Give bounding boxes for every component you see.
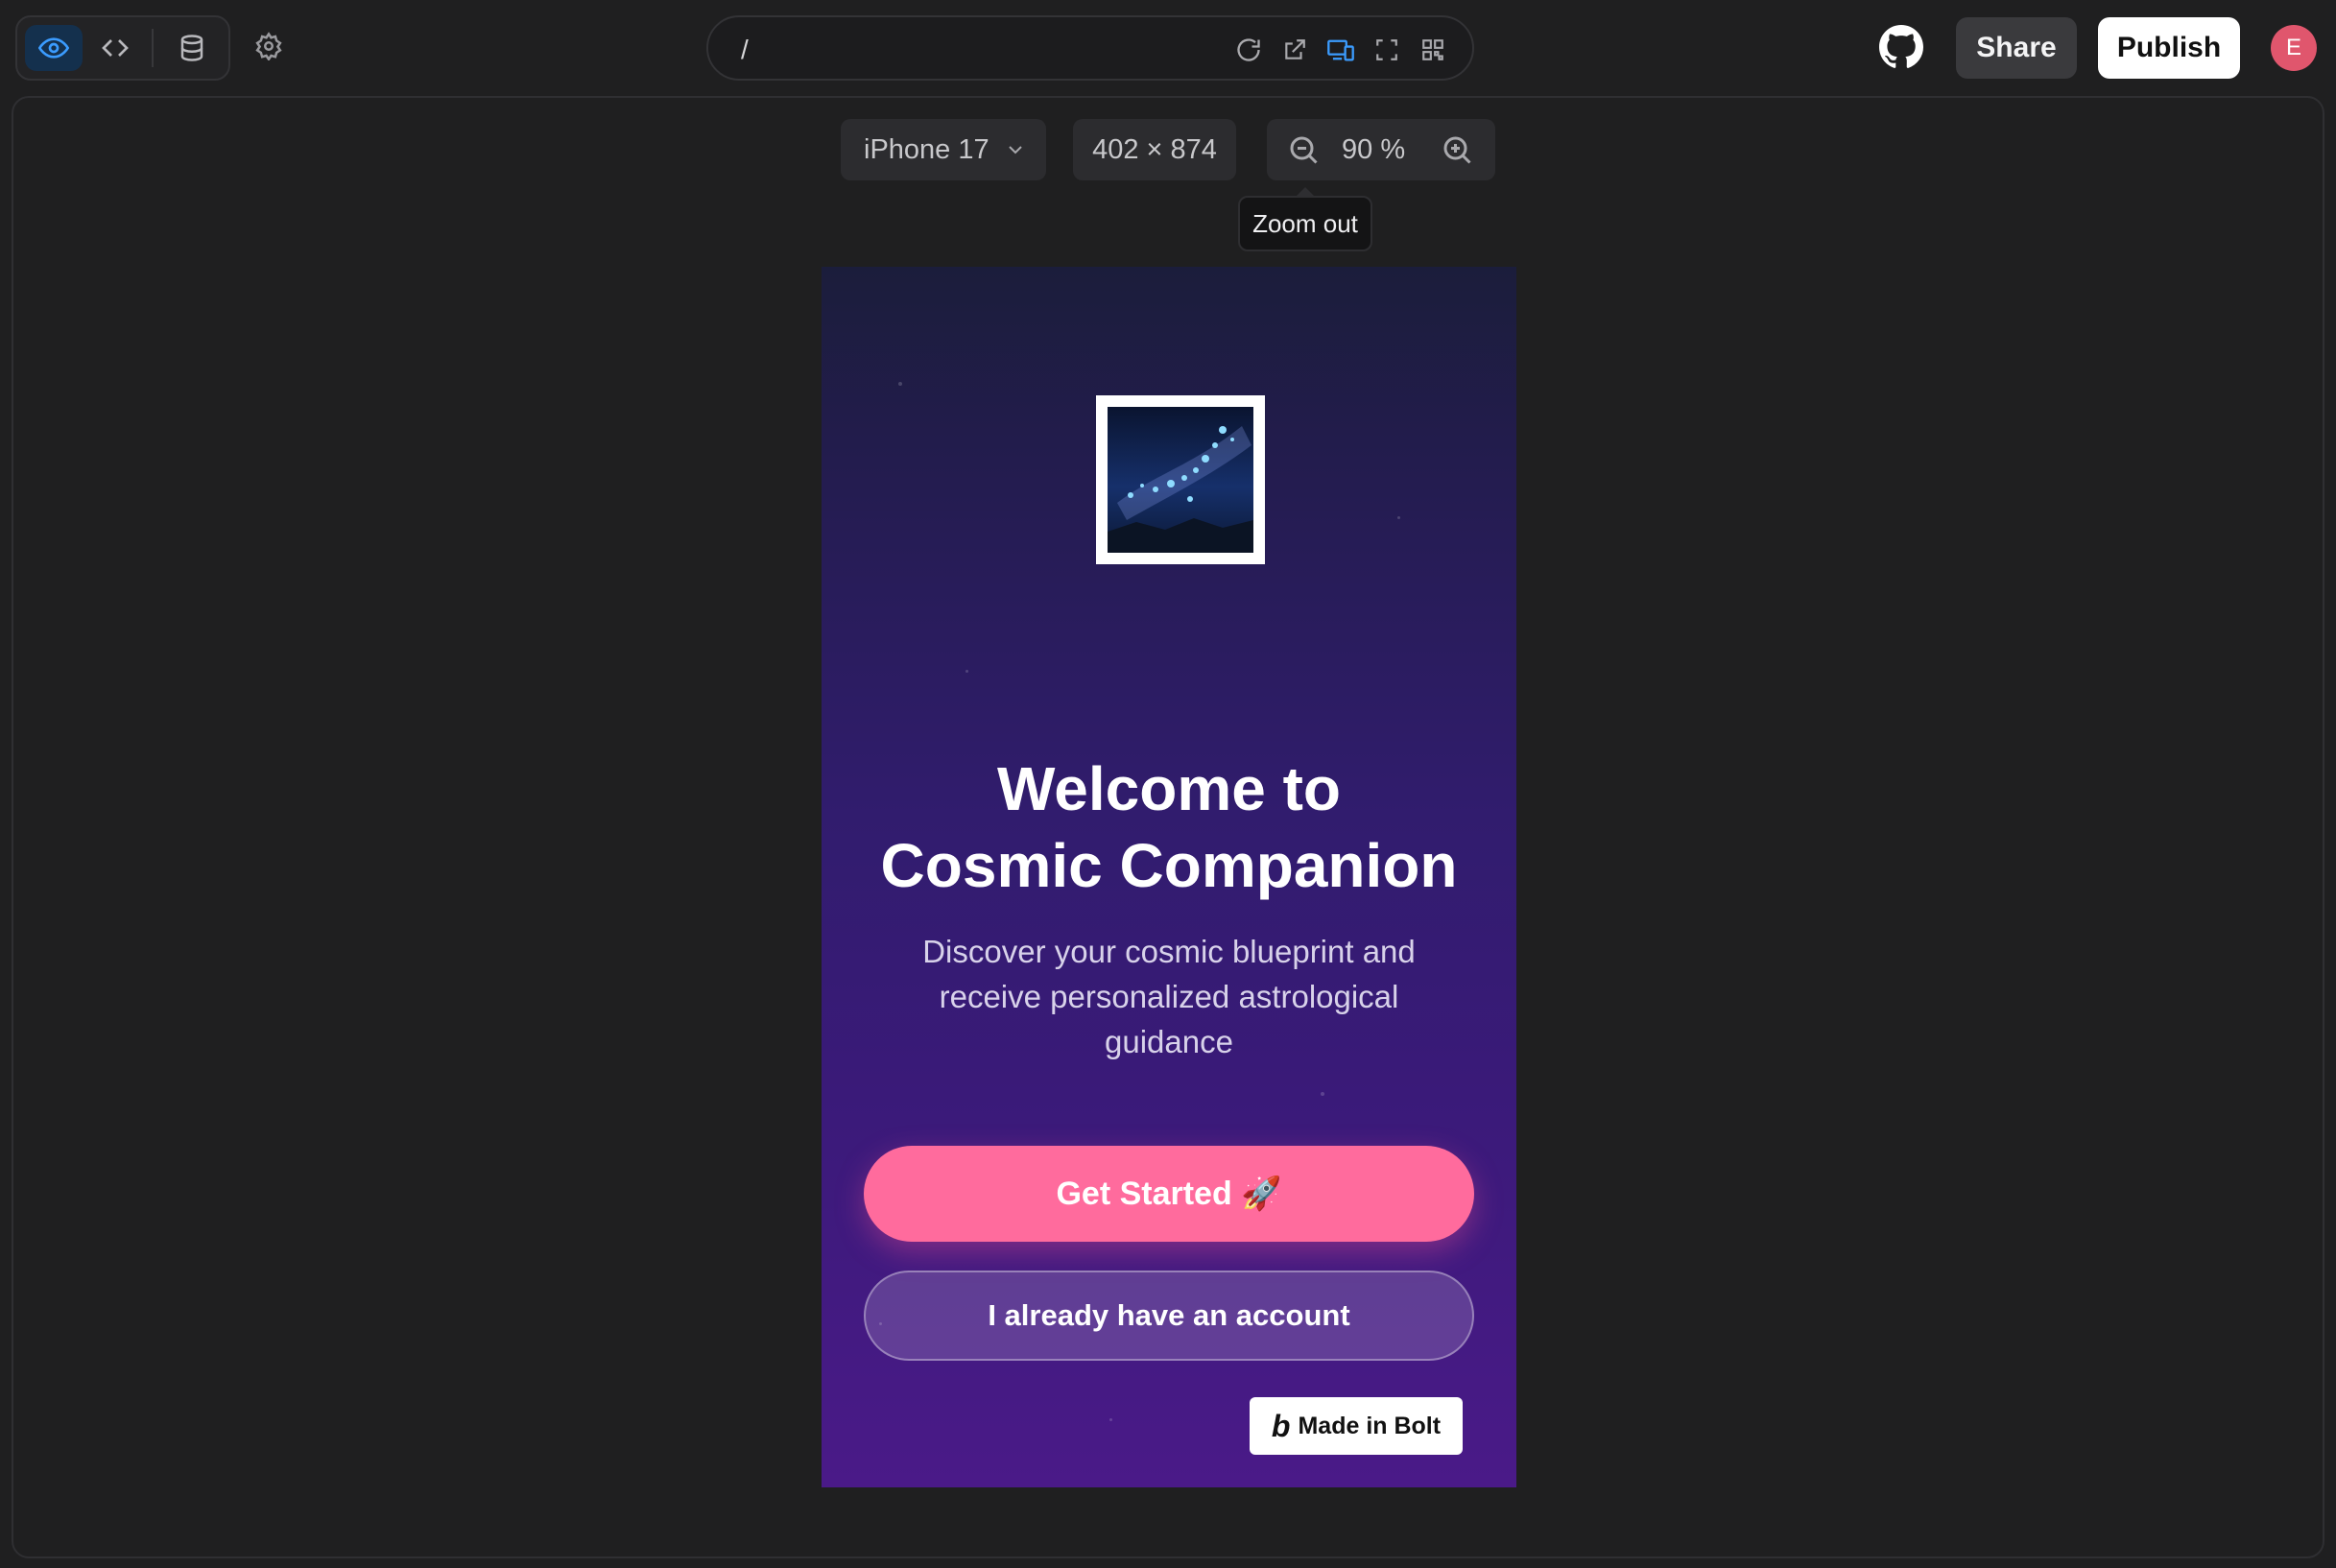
star-speck <box>1321 1092 1324 1096</box>
share-button[interactable]: Share <box>1956 17 2077 79</box>
publish-button[interactable]: Publish <box>2098 17 2240 79</box>
milky-way-image <box>1108 407 1253 553</box>
github-button[interactable] <box>1879 25 1923 69</box>
zoom-in-icon <box>1443 136 1471 164</box>
welcome-title-line1: Welcome to <box>997 754 1341 823</box>
device-name: iPhone 17 <box>864 133 989 165</box>
code-mode-button[interactable] <box>86 25 144 71</box>
top-toolbar: / Share Publish E <box>0 0 2336 96</box>
badge-label: Made in Bolt <box>1298 1412 1442 1439</box>
zoom-out-button[interactable] <box>1286 132 1321 167</box>
zoom-out-icon <box>1290 136 1318 164</box>
hero-image-frame <box>1096 395 1265 564</box>
zoom-out-tooltip: Zoom out <box>1238 187 1372 251</box>
fullscreen-button[interactable] <box>1371 33 1403 67</box>
eye-icon <box>38 37 69 59</box>
reload-icon <box>1237 38 1260 61</box>
qr-code-icon <box>1422 39 1443 60</box>
mode-divider <box>152 29 154 67</box>
gear-icon <box>255 32 282 60</box>
url-path[interactable]: / <box>741 35 749 65</box>
code-icon <box>102 39 129 57</box>
milky-way-icon <box>1108 426 1253 553</box>
star-speck <box>1109 1418 1112 1421</box>
user-avatar[interactable]: E <box>2271 25 2317 71</box>
preview-panel: iPhone 17 402 × 874 90 % Zoom out Welcom… <box>12 96 2324 1558</box>
url-tools <box>1232 33 1449 67</box>
zoom-control: 90 % <box>1267 119 1495 180</box>
welcome-subtitle: Discover your cosmic blueprint and recei… <box>922 934 1416 1059</box>
open-external-icon <box>1285 39 1305 59</box>
device-preview: Welcome to Cosmic Companion Discover you… <box>822 267 1516 1487</box>
preview-mode-button[interactable] <box>25 25 83 71</box>
fullscreen-icon <box>1376 39 1397 60</box>
made-in-bolt-badge[interactable]: b Made in Bolt <box>1250 1397 1463 1455</box>
github-icon <box>1879 25 1923 68</box>
device-toggle-icon <box>1327 39 1354 61</box>
welcome-title-line2: Cosmic Companion <box>880 831 1458 900</box>
bolt-logo-icon: b <box>1271 1408 1291 1443</box>
chevron-down-icon <box>1009 146 1022 154</box>
star-speck <box>1397 516 1400 519</box>
reload-button[interactable] <box>1232 33 1265 67</box>
database-button[interactable] <box>163 25 221 71</box>
device-size: 402 × 874 <box>1073 119 1236 180</box>
device-select[interactable]: iPhone 17 <box>841 119 1046 180</box>
qr-code-button[interactable] <box>1417 33 1449 67</box>
login-button[interactable]: I already have an account <box>864 1271 1474 1361</box>
star-speck <box>898 382 902 386</box>
open-external-button[interactable] <box>1278 33 1311 67</box>
database-icon <box>180 35 203 61</box>
star-speck <box>965 670 968 673</box>
url-bar[interactable]: / <box>706 15 1474 81</box>
get-started-button[interactable]: Get Started 🚀 <box>864 1146 1474 1242</box>
zoom-value: 90 % <box>1342 134 1406 165</box>
settings-button[interactable] <box>246 23 292 69</box>
view-mode-group <box>15 15 230 81</box>
zoom-in-button[interactable] <box>1440 132 1474 167</box>
device-toggle-button[interactable] <box>1324 33 1357 67</box>
